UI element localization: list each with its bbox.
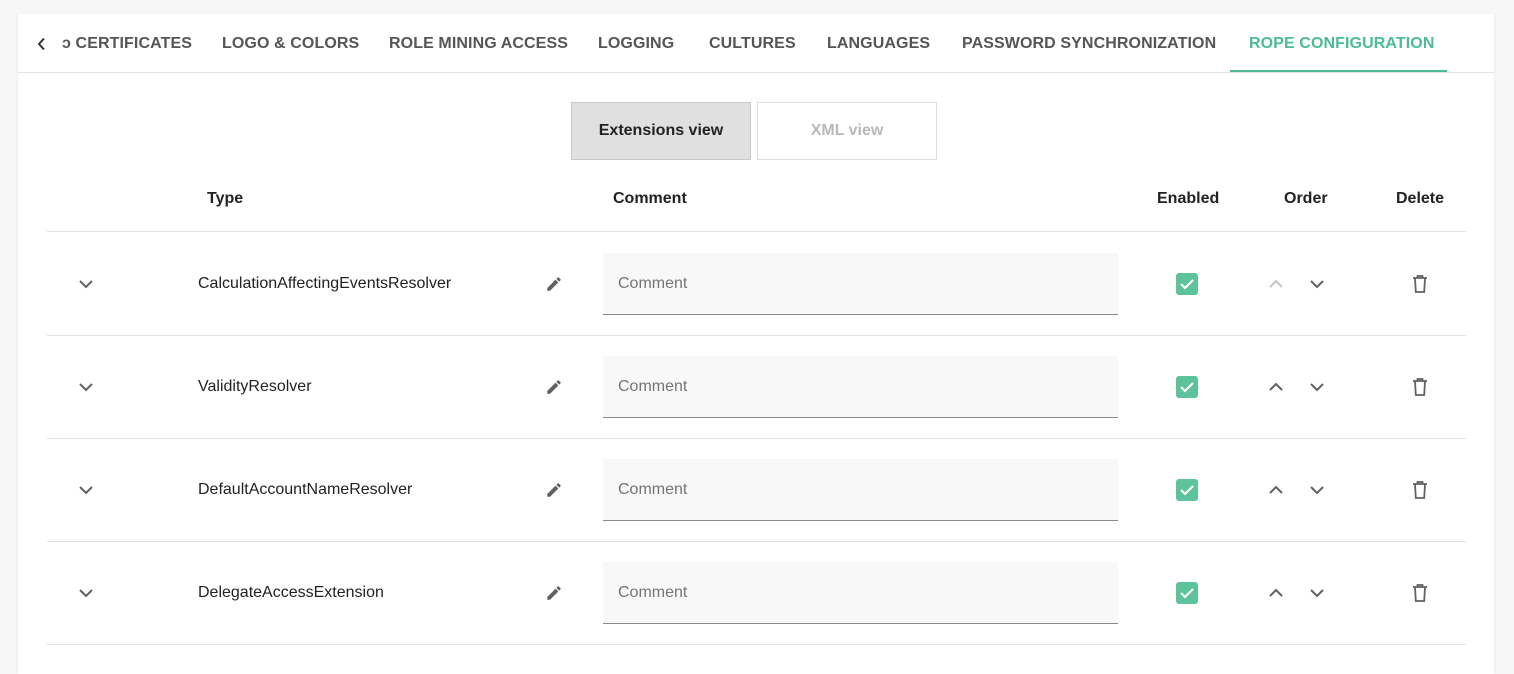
chevron-down-icon: [79, 589, 93, 598]
pencil-icon: [547, 483, 561, 497]
move-down-button[interactable]: [1305, 478, 1329, 502]
settings-card: ↄ CERTIFICATES LOGO & COLORS ROLE MINING…: [18, 14, 1494, 674]
checkmark-icon: [1180, 382, 1194, 393]
tab-label: CERTIFICATES: [75, 35, 193, 52]
tab-certificates[interactable]: ↄ CERTIFICATES: [62, 14, 193, 72]
extensions-view-button[interactable]: Extensions view: [571, 102, 751, 160]
checkmark-icon: [1180, 279, 1194, 290]
tab-cultures[interactable]: CULTURES: [709, 14, 796, 72]
header-type: Type: [207, 190, 244, 207]
tab-logging[interactable]: LOGGING: [598, 14, 674, 72]
edit-type-button[interactable]: [542, 581, 566, 605]
tab-rope-configuration[interactable]: ROPE CONFIGURATION: [1249, 14, 1435, 72]
xml-view-button[interactable]: XML view: [757, 102, 937, 160]
tab-bar: ↄ CERTIFICATES LOGO & COLORS ROLE MINING…: [18, 14, 1494, 73]
header-delete: Delete: [1396, 190, 1445, 207]
delete-button[interactable]: [1408, 272, 1432, 296]
extension-type: DefaultAccountNameResolver: [198, 481, 413, 498]
chevron-down-icon: [1310, 486, 1324, 495]
trash-icon: [1413, 275, 1427, 293]
move-up-button[interactable]: [1264, 375, 1288, 399]
enabled-checkbox[interactable]: [1176, 376, 1198, 398]
header-order: Order: [1284, 190, 1328, 207]
pencil-icon: [547, 586, 561, 600]
enabled-checkbox[interactable]: [1176, 582, 1198, 604]
table-row: ValidityResolver: [18, 336, 1494, 439]
tab-languages[interactable]: LANGUAGES: [827, 14, 930, 72]
chevron-up-icon: [1269, 279, 1283, 288]
trash-icon: [1413, 481, 1427, 499]
enabled-checkbox[interactable]: [1176, 479, 1198, 501]
comment-input[interactable]: [603, 253, 1118, 315]
move-down-button[interactable]: [1305, 375, 1329, 399]
extension-type: ValidityResolver: [198, 378, 312, 395]
tab-scroll-left[interactable]: [32, 35, 52, 53]
expand-row-button[interactable]: [74, 581, 98, 605]
pencil-icon: [547, 380, 561, 394]
comment-input[interactable]: [603, 356, 1118, 418]
extension-type: CalculationAffectingEventsResolver: [198, 275, 452, 292]
chevron-down-icon: [1310, 280, 1324, 289]
chevron-left-icon: [37, 37, 45, 51]
active-tab-indicator: [1230, 70, 1447, 72]
header-enabled: Enabled: [1157, 190, 1220, 207]
edit-type-button[interactable]: [542, 272, 566, 296]
chevron-down-icon: [79, 486, 93, 495]
chevron-down-icon: [1310, 589, 1324, 598]
trash-icon: [1413, 378, 1427, 396]
expand-row-button[interactable]: [74, 478, 98, 502]
move-up-button[interactable]: [1264, 272, 1288, 296]
edit-type-button[interactable]: [542, 375, 566, 399]
chevron-down-icon: [1310, 383, 1324, 392]
comment-input[interactable]: [603, 459, 1118, 521]
tab-password-synchronization[interactable]: PASSWORD SYNCHRONIZATION: [962, 14, 1216, 72]
chevron-up-icon: [1269, 485, 1283, 494]
chevron-up-icon: [1269, 382, 1283, 391]
expand-row-button[interactable]: [74, 375, 98, 399]
delete-button[interactable]: [1408, 478, 1432, 502]
extension-type: DelegateAccessExtension: [198, 584, 384, 601]
move-up-button[interactable]: [1264, 581, 1288, 605]
delete-button[interactable]: [1408, 581, 1432, 605]
chevron-down-icon: [79, 383, 93, 392]
table-row: CalculationAffectingEventsResolver: [18, 232, 1494, 335]
move-down-button[interactable]: [1305, 272, 1329, 296]
table-row: DefaultAccountNameResolver: [18, 439, 1494, 542]
row-divider: [47, 644, 1466, 645]
header-comment: Comment: [613, 190, 687, 207]
tab-role-mining-access[interactable]: ROLE MINING ACCESS: [389, 14, 568, 72]
move-down-button[interactable]: [1305, 581, 1329, 605]
chevron-down-icon: [79, 280, 93, 289]
enabled-checkbox[interactable]: [1176, 273, 1198, 295]
checkmark-icon: [1180, 485, 1194, 496]
checkmark-icon: [1180, 588, 1194, 599]
table-row: DelegateAccessExtension: [18, 542, 1494, 645]
comment-input[interactable]: [603, 562, 1118, 624]
edit-type-button[interactable]: [542, 478, 566, 502]
chevron-up-icon: [1269, 588, 1283, 597]
delete-button[interactable]: [1408, 375, 1432, 399]
tab-logo-colors[interactable]: LOGO & COLORS: [222, 14, 359, 72]
pencil-icon: [547, 277, 561, 291]
trash-icon: [1413, 584, 1427, 602]
move-up-button[interactable]: [1264, 478, 1288, 502]
expand-row-button[interactable]: [74, 272, 98, 296]
